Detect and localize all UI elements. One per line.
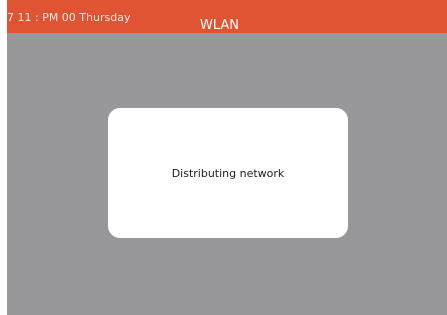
status-bar: 7 11 : PM 00 Thursday WLAN <box>7 0 447 33</box>
status-time: 7 11 : PM 00 Thursday <box>7 11 131 24</box>
page-title: WLAN <box>200 18 240 33</box>
app-screen: 7 11 : PM 00 Thursday WLAN Distributing … <box>7 0 447 315</box>
dialog-message: Distributing network <box>171 167 285 180</box>
progress-dialog: Distributing network <box>108 108 348 238</box>
